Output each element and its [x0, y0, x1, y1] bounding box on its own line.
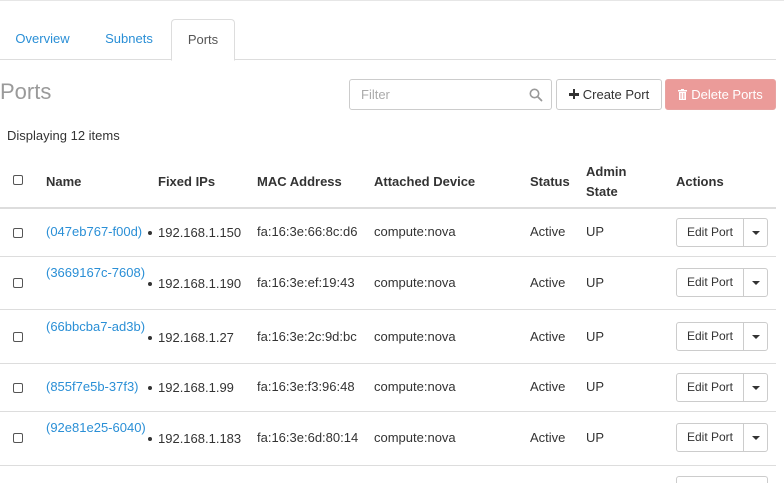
admin-state: UP — [586, 379, 605, 394]
mac-address: fa:16:3e:f3:96:48 — [257, 379, 355, 394]
search-icon[interactable] — [529, 88, 543, 102]
port-name-link[interactable]: (66bbcba7-ad3b) — [46, 318, 146, 336]
table-row: (855f7e5b-37f3) 192.168.1.99 fa:16:3e:f3… — [0, 364, 776, 412]
edit-port-button[interactable]: Edit Port — [676, 423, 744, 452]
col-attached-device[interactable]: Attached Device — [374, 174, 475, 189]
status: Active — [530, 224, 566, 239]
row-actions: Edit Port — [676, 322, 768, 351]
list-bullet — [148, 282, 152, 286]
attached-device: compute:nova — [374, 379, 456, 394]
row-checkbox[interactable] — [13, 433, 23, 443]
row-checkbox[interactable] — [13, 278, 23, 288]
row-checkbox[interactable] — [13, 332, 23, 342]
caret-down-icon — [752, 436, 760, 440]
caret-down-icon — [752, 386, 760, 390]
list-bullet — [148, 231, 152, 235]
port-name-link[interactable]: (92e81e25-6040) — [46, 419, 146, 437]
edit-port-button[interactable]: Edit Port — [676, 322, 744, 351]
mac-address: fa:16:3e:66:8c:d6 — [257, 224, 358, 239]
delete-ports-label: Delete Ports — [691, 87, 763, 102]
edit-port-button[interactable]: Edit Port — [676, 373, 744, 402]
fixed-ip: 192.168.1.27 — [158, 330, 234, 345]
row-actions-dropdown[interactable] — [743, 322, 768, 351]
row-actions-dropdown[interactable] — [743, 218, 768, 247]
create-port-button[interactable]: Create Port — [556, 79, 662, 110]
status: Active — [530, 430, 566, 445]
edit-port-button[interactable]: Edit Port — [676, 218, 744, 247]
row-actions-dropdown[interactable] — [743, 268, 768, 297]
col-admin-state[interactable]: Admin State — [586, 162, 636, 202]
plus-icon — [568, 89, 579, 99]
edit-port-button[interactable]: Edit Port — [676, 268, 744, 297]
next-row-edit-button-partial[interactable] — [676, 476, 768, 483]
attached-device: compute:nova — [374, 430, 456, 445]
list-bullet — [148, 336, 152, 340]
filter-input[interactable] — [350, 80, 525, 109]
create-port-label: Create Port — [582, 87, 650, 102]
select-all-checkbox[interactable] — [13, 175, 23, 185]
row-actions: Edit Port — [676, 423, 768, 452]
fixed-ip: 192.168.1.190 — [158, 276, 242, 291]
fixed-ip: 192.168.1.150 — [158, 225, 242, 240]
port-name-link[interactable]: (3669167c-7608) — [46, 264, 146, 282]
status: Active — [530, 329, 566, 344]
port-name-link[interactable]: (047eb767-f00d) — [46, 223, 156, 241]
row-actions: Edit Port — [676, 268, 768, 297]
row-actions: Edit Port — [676, 218, 768, 247]
attached-device: compute:nova — [374, 224, 456, 239]
table-header: Name Fixed IPs MAC Address Attached Devi… — [0, 154, 776, 209]
status: Active — [530, 379, 566, 394]
mac-address: fa:16:3e:2c:9d:bc — [257, 329, 357, 344]
admin-state: UP — [586, 224, 605, 239]
tab-subnets[interactable]: Subnets — [92, 19, 166, 60]
row-checkbox[interactable] — [13, 228, 23, 238]
item-count: Displaying 12 items — [7, 128, 120, 143]
col-name[interactable]: Name — [46, 174, 81, 189]
top-border — [0, 0, 784, 1]
admin-state: UP — [586, 329, 605, 344]
list-bullet — [148, 386, 152, 390]
col-status[interactable]: Status — [530, 174, 570, 189]
attached-device: compute:nova — [374, 329, 456, 344]
table-row: (92e81e25-6040) 192.168.1.183 fa:16:3e:6… — [0, 412, 776, 466]
table-row: (66bbcba7-ad3b) 192.168.1.27 fa:16:3e:2c… — [0, 310, 776, 364]
trash-icon — [678, 89, 688, 100]
table-row: (047eb767-f00d) 192.168.1.150 fa:16:3e:6… — [0, 209, 776, 257]
admin-state: UP — [586, 275, 605, 290]
list-bullet — [148, 437, 152, 441]
col-mac-address[interactable]: MAC Address — [257, 174, 342, 189]
admin-state: UP — [586, 430, 605, 445]
row-actions: Edit Port — [676, 373, 768, 402]
fixed-ip: 192.168.1.183 — [158, 431, 242, 446]
fixed-ip: 192.168.1.99 — [158, 380, 234, 395]
row-checkbox[interactable] — [13, 383, 23, 393]
row-actions-dropdown[interactable] — [743, 423, 768, 452]
status: Active — [530, 275, 566, 290]
tab-ports[interactable]: Ports — [171, 19, 235, 61]
attached-device: compute:nova — [374, 275, 456, 290]
table-row: (3669167c-7608) 192.168.1.190 fa:16:3e:e… — [0, 257, 776, 310]
caret-down-icon — [752, 231, 760, 235]
caret-down-icon — [752, 335, 760, 339]
port-name-link[interactable]: (855f7e5b-37f3) — [46, 378, 156, 396]
caret-down-icon — [752, 281, 760, 285]
page-title: Ports — [0, 79, 52, 104]
tab-overview[interactable]: Overview — [0, 19, 85, 60]
mac-address: fa:16:3e:6d:80:14 — [257, 430, 359, 445]
row-actions-dropdown[interactable] — [743, 373, 768, 402]
col-actions: Actions — [676, 174, 724, 189]
col-fixed-ips[interactable]: Fixed IPs — [158, 174, 215, 189]
filter-box — [349, 79, 552, 110]
mac-address: fa:16:3e:ef:19:43 — [257, 275, 355, 290]
delete-ports-button[interactable]: Delete Ports — [665, 79, 776, 110]
tab-bar: Overview Subnets Ports — [0, 19, 776, 61]
